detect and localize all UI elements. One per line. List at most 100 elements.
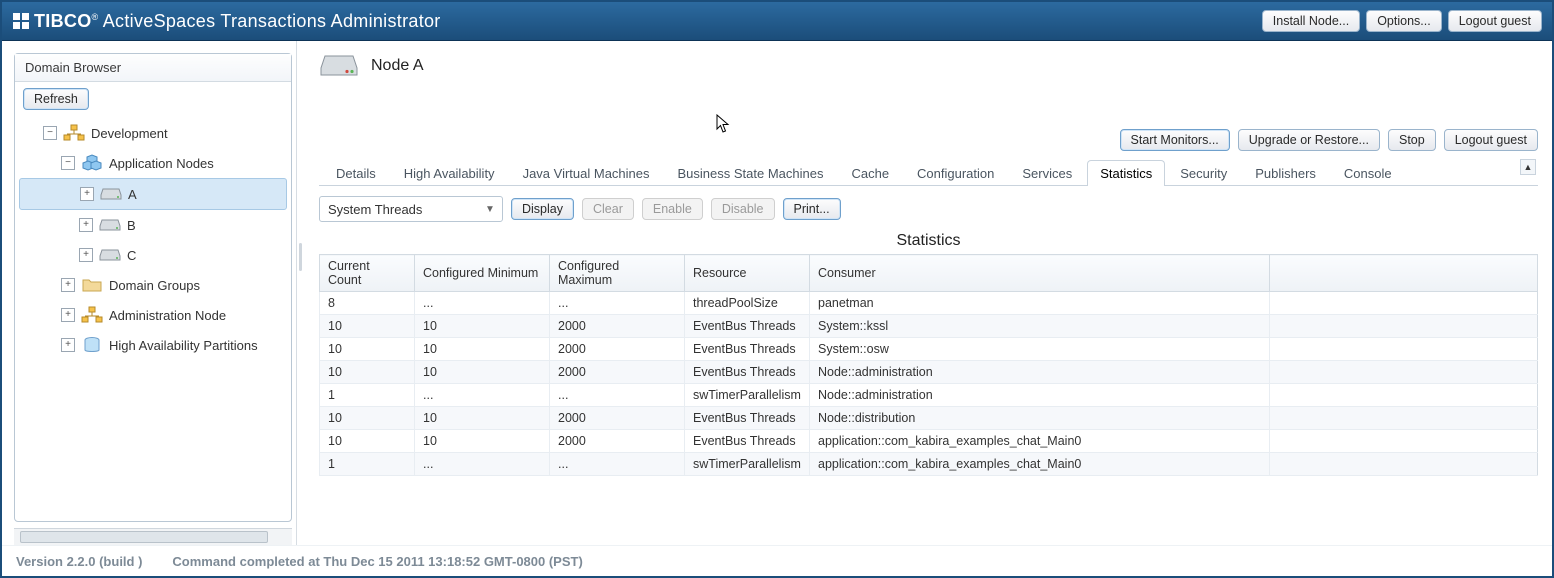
table-row[interactable]: 10102000EventBus ThreadsSystem::kssl xyxy=(320,315,1538,338)
print-button[interactable]: Print... xyxy=(783,198,841,220)
section-title: Statistics xyxy=(319,232,1538,250)
node-action-row: Start Monitors... Upgrade or Restore... … xyxy=(319,129,1538,151)
table-cell: 2000 xyxy=(550,315,685,338)
tree-node-domain-groups[interactable]: + Domain Groups xyxy=(19,270,287,300)
expander-icon[interactable]: − xyxy=(61,156,75,170)
table-cell: Node::administration xyxy=(810,384,1270,407)
options-button[interactable]: Options... xyxy=(1366,10,1442,32)
table-cell: application::com_kabira_examples_chat_Ma… xyxy=(810,453,1270,476)
network-icon xyxy=(81,306,103,324)
tab-business-state-machines[interactable]: Business State Machines xyxy=(665,160,837,186)
table-row[interactable]: 10102000EventBus ThreadsNode::distributi… xyxy=(320,407,1538,430)
expander-icon[interactable]: + xyxy=(79,218,93,232)
tab-details[interactable]: Details xyxy=(323,160,389,186)
table-cell: 1 xyxy=(320,453,415,476)
table-row[interactable]: 1......swTimerParallelismNode::administr… xyxy=(320,384,1538,407)
combo-value: System Threads xyxy=(328,202,422,217)
expander-icon[interactable]: + xyxy=(79,248,93,262)
statistics-toolbar: System Threads ▼ Display Clear Enable Di… xyxy=(319,196,1538,222)
tab-console[interactable]: Console xyxy=(1331,160,1405,186)
statistics-type-combo[interactable]: System Threads ▼ xyxy=(319,196,503,222)
status-bar: Version 2.2.0 (build ) Command completed… xyxy=(2,545,1552,576)
tab-cache[interactable]: Cache xyxy=(838,160,902,186)
tree-label: C xyxy=(127,248,136,263)
folder-icon xyxy=(81,277,103,293)
refresh-button[interactable]: Refresh xyxy=(23,88,89,110)
table-cell: panetman xyxy=(810,292,1270,315)
scrollbar-thumb[interactable] xyxy=(20,531,268,543)
drive-icon xyxy=(100,187,122,201)
disable-button[interactable]: Disable xyxy=(711,198,775,220)
expander-icon[interactable]: − xyxy=(43,126,57,140)
table-row[interactable]: 10102000EventBus ThreadsNode::administra… xyxy=(320,361,1538,384)
version-label: Version 2.2.0 (build ) xyxy=(16,554,142,569)
table-cell: 2000 xyxy=(550,361,685,384)
tab-publishers[interactable]: Publishers xyxy=(1242,160,1329,186)
col-current-count[interactable]: Current Count xyxy=(320,255,415,292)
tree-label: High Availability Partitions xyxy=(109,338,258,353)
table-cell: 2000 xyxy=(550,338,685,361)
table-row[interactable]: 1......swTimerParallelismapplication::co… xyxy=(320,453,1538,476)
expander-icon[interactable]: + xyxy=(61,338,75,352)
tab-services[interactable]: Services xyxy=(1009,160,1085,186)
tree-node-b[interactable]: + B xyxy=(19,210,287,240)
network-icon xyxy=(63,124,85,142)
tab-scroll-up-icon[interactable]: ▲ xyxy=(1520,159,1536,175)
table-cell xyxy=(1270,384,1538,407)
col-configured-min[interactable]: Configured Minimum xyxy=(415,255,550,292)
tab-jvm[interactable]: Java Virtual Machines xyxy=(510,160,663,186)
table-cell: 10 xyxy=(320,430,415,453)
table-cell: threadPoolSize xyxy=(685,292,810,315)
drive-icon xyxy=(319,53,359,79)
tree-node-admin-node[interactable]: + Administration Node xyxy=(19,300,287,330)
stop-button[interactable]: Stop xyxy=(1388,129,1436,151)
upgrade-restore-button[interactable]: Upgrade or Restore... xyxy=(1238,129,1380,151)
status-message: Command completed at Thu Dec 15 2011 13:… xyxy=(172,554,582,569)
tree-node-application-nodes[interactable]: − Application Nodes xyxy=(19,148,287,178)
horizontal-scrollbar[interactable] xyxy=(14,528,292,545)
tree-node-ha-partitions[interactable]: + High Availability Partitions xyxy=(19,330,287,360)
tree-label: Development xyxy=(91,126,168,141)
table-row[interactable]: 10102000EventBus Threadsapplication::com… xyxy=(320,430,1538,453)
tree-node-a[interactable]: + A xyxy=(19,178,287,210)
main-content: Node A Start Monitors... Upgrade or Rest… xyxy=(305,41,1552,545)
table-cell: 10 xyxy=(320,315,415,338)
table-row[interactable]: 8......threadPoolSizepanetman xyxy=(320,292,1538,315)
table-cell xyxy=(1270,315,1538,338)
expander-icon[interactable]: + xyxy=(61,278,75,292)
domain-tree[interactable]: − Development − Application Nodes xyxy=(15,116,291,521)
table-cell: ... xyxy=(415,453,550,476)
table-cell: Node::administration xyxy=(810,361,1270,384)
split-handle[interactable] xyxy=(297,41,305,545)
table-cell: 1 xyxy=(320,384,415,407)
tab-configuration[interactable]: Configuration xyxy=(904,160,1007,186)
clear-button[interactable]: Clear xyxy=(582,198,634,220)
table-cell: 10 xyxy=(320,407,415,430)
domain-browser-title: Domain Browser xyxy=(15,54,291,82)
col-configured-max[interactable]: Configured Maximum xyxy=(550,255,685,292)
tree-node-development[interactable]: − Development xyxy=(19,118,287,148)
table-cell: 8 xyxy=(320,292,415,315)
start-monitors-button[interactable]: Start Monitors... xyxy=(1120,129,1230,151)
tree-node-c[interactable]: + C xyxy=(19,240,287,270)
expander-icon[interactable]: + xyxy=(80,187,94,201)
tab-statistics[interactable]: Statistics xyxy=(1087,160,1165,186)
table-cell: 10 xyxy=(415,407,550,430)
display-button[interactable]: Display xyxy=(511,198,574,220)
table-cell xyxy=(1270,292,1538,315)
table-row[interactable]: 10102000EventBus ThreadsSystem::osw xyxy=(320,338,1538,361)
cubes-icon xyxy=(81,154,103,172)
tab-security[interactable]: Security xyxy=(1167,160,1240,186)
col-resource[interactable]: Resource xyxy=(685,255,810,292)
table-cell: 10 xyxy=(320,361,415,384)
logout-guest-button[interactable]: Logout guest xyxy=(1444,129,1538,151)
tab-high-availability[interactable]: High Availability xyxy=(391,160,508,186)
logout-button[interactable]: Logout guest xyxy=(1448,10,1542,32)
enable-button[interactable]: Enable xyxy=(642,198,703,220)
table-cell: 10 xyxy=(415,430,550,453)
expander-icon[interactable]: + xyxy=(61,308,75,322)
col-consumer[interactable]: Consumer xyxy=(810,255,1270,292)
table-cell xyxy=(1270,453,1538,476)
table-cell: System::osw xyxy=(810,338,1270,361)
install-node-button[interactable]: Install Node... xyxy=(1262,10,1360,32)
